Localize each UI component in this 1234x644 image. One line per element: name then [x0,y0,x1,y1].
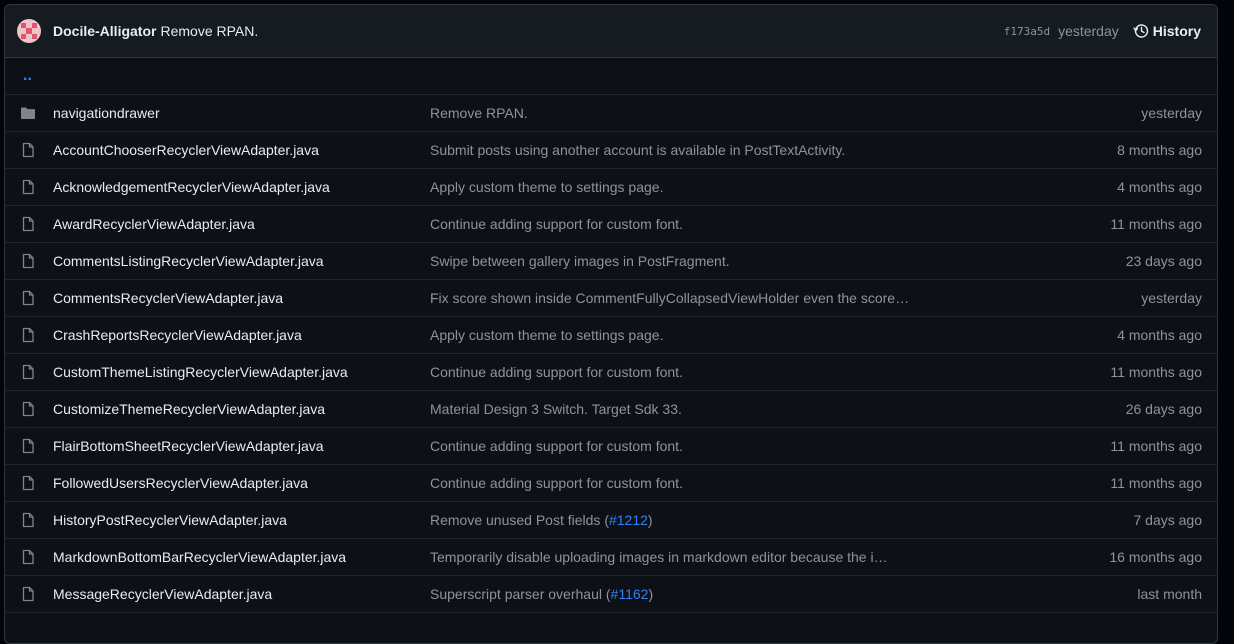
file-row[interactable]: AccountChooserRecyclerViewAdapter.java Su… [5,132,1217,169]
file-commit-age: 11 months ago [1110,216,1202,232]
file-commit-message[interactable]: Apply custom theme to settings page. [430,179,1117,195]
file-list: navigationdrawer Remove RPAN. yesterday Acc… [5,95,1217,613]
file-commit-message[interactable]: Continue adding support for custom font. [430,475,1110,491]
file-commit-message[interactable]: Remove unused Post fields (#1212) [430,512,1134,528]
file-name[interactable]: FollowedUsersRecyclerViewAdapter.java [53,475,430,491]
file-commit-message[interactable]: Fix score shown inside CommentFullyColla… [430,290,1141,306]
file-icon [22,216,34,232]
file-name[interactable]: CustomThemeListingRecyclerViewAdapter.ja… [53,364,430,380]
commit-time: yesterday [1058,23,1119,39]
file-name[interactable]: AcknowledgementRecyclerViewAdapter.java [53,179,430,195]
commit-sha[interactable]: f173a5d [1004,25,1050,38]
file-name[interactable]: MarkdownBottomBarRecyclerViewAdapter.jav… [53,549,430,565]
file-icon [22,401,34,417]
file-name[interactable]: CommentsRecyclerViewAdapter.java [53,290,430,306]
folder-icon [21,107,35,119]
file-commit-age: 7 days ago [1133,512,1203,528]
file-row[interactable]: FlairBottomSheetRecyclerViewAdapter.java… [5,428,1217,465]
file-name[interactable]: MessageRecyclerViewAdapter.java [53,586,430,602]
file-icon [22,586,34,602]
file-row[interactable]: HistoryPostRecyclerViewAdapter.java Remov… [5,502,1217,539]
file-commit-age: 4 months ago [1117,327,1202,343]
file-row[interactable]: CommentsListingRecyclerViewAdapter.java S… [5,243,1217,280]
file-icon [22,364,34,380]
file-icon [22,549,34,565]
file-commit-age: last month [1137,586,1202,602]
file-icon [22,475,34,491]
latest-commit-bar: Docile-Alligator Remove RPAN. f173a5d ye… [5,5,1217,58]
file-icon [22,253,34,269]
pr-link[interactable]: #1162 [611,586,649,602]
file-row[interactable]: AwardRecyclerViewAdapter.java Continue ad… [5,206,1217,243]
file-commit-age: yesterday [1141,105,1202,121]
file-name[interactable]: CommentsListingRecyclerViewAdapter.java [53,253,430,269]
file-commit-message[interactable]: Remove RPAN. [430,105,1141,121]
file-commit-message[interactable]: Temporarily disable uploading images in … [430,549,1109,565]
file-name[interactable]: CrashReportsRecyclerViewAdapter.java [53,327,430,343]
file-commit-age: 11 months ago [1110,364,1202,380]
history-icon [1133,24,1148,38]
file-commit-message[interactable]: Swipe between gallery images in PostFrag… [430,253,1126,269]
file-name[interactable]: HistoryPostRecyclerViewAdapter.java [53,512,430,528]
file-icon [22,290,34,306]
file-commit-age: 11 months ago [1110,438,1202,454]
file-row[interactable]: CustomizeThemeRecyclerViewAdapter.java Ma… [5,391,1217,428]
file-commit-message[interactable]: Superscript parser overhaul (#1162) [430,586,1137,602]
file-name[interactable]: CustomizeThemeRecyclerViewAdapter.java [53,401,430,417]
file-commit-age: yesterday [1141,290,1202,306]
file-icon [22,179,34,195]
file-icon [22,438,34,454]
file-row[interactable]: MessageRecyclerViewAdapter.java Superscri… [5,576,1217,613]
avatar[interactable] [17,19,41,43]
file-icon [22,512,34,528]
file-commit-age: 26 days ago [1125,401,1202,417]
file-row[interactable]: CrashReportsRecyclerViewAdapter.java Appl… [5,317,1217,354]
file-name[interactable]: navigationdrawer [53,105,430,121]
commit-author[interactable]: Docile-Alligator [53,23,156,39]
file-row[interactable]: AcknowledgementRecyclerViewAdapter.java A… [5,169,1217,206]
parent-directory-link[interactable]: .. [5,58,1217,95]
file-row[interactable]: MarkdownBottomBarRecyclerViewAdapter.jav… [5,539,1217,576]
file-icon [22,142,34,158]
file-commit-age: 4 months ago [1117,179,1202,195]
file-commit-age: 16 months ago [1109,549,1202,565]
pr-link[interactable]: #1212 [609,512,648,528]
file-row[interactable]: CommentsRecyclerViewAdapter.java Fix scor… [5,280,1217,317]
file-row[interactable]: FollowedUsersRecyclerViewAdapter.java Con… [5,465,1217,502]
file-commit-message[interactable]: Continue adding support for custom font. [430,216,1110,232]
file-commit-message[interactable]: Apply custom theme to settings page. [430,327,1117,343]
history-button[interactable]: History [1133,23,1201,39]
file-name[interactable]: FlairBottomSheetRecyclerViewAdapter.java [53,438,430,454]
file-commit-age: 11 months ago [1110,475,1202,491]
history-label: History [1152,23,1201,39]
file-commit-message[interactable]: Submit posts using another account is av… [430,142,1117,158]
file-row[interactable]: CustomThemeListingRecyclerViewAdapter.ja… [5,354,1217,391]
file-name[interactable]: AccountChooserRecyclerViewAdapter.java [53,142,430,158]
file-commit-age: 23 days ago [1125,253,1202,269]
file-commit-message[interactable]: Continue adding support for custom font. [430,438,1110,454]
file-browser: Docile-Alligator Remove RPAN. f173a5d ye… [4,4,1218,644]
file-icon [22,327,34,343]
file-commit-age: 8 months ago [1117,142,1202,158]
file-commit-message[interactable]: Continue adding support for custom font. [430,364,1110,380]
file-commit-message[interactable]: Material Design 3 Switch. Target Sdk 33. [430,401,1126,417]
file-name[interactable]: AwardRecyclerViewAdapter.java [53,216,430,232]
commit-message[interactable]: Remove RPAN. [160,23,258,39]
file-row[interactable]: navigationdrawer Remove RPAN. yesterday [5,95,1217,132]
